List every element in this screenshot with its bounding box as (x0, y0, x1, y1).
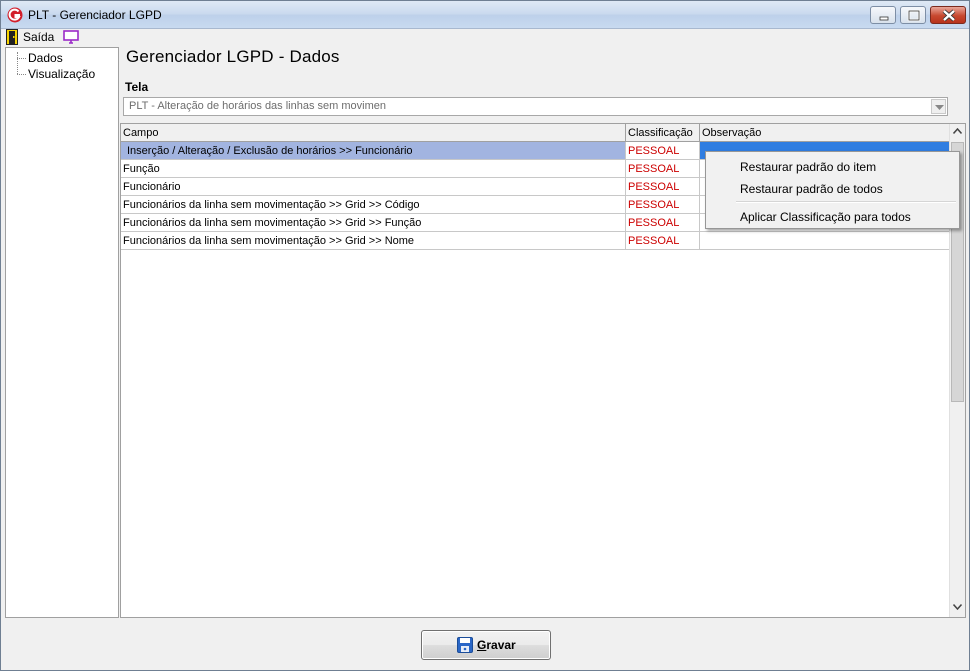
column-header-observacao[interactable]: Observação (700, 124, 950, 142)
door-exit-icon[interactable] (6, 29, 19, 45)
page-title: Gerenciador LGPD - Dados (126, 47, 340, 66)
cell-campo[interactable]: Inserção / Alteração / Exclusão de horár… (121, 142, 626, 160)
cell-classificacao[interactable]: PESSOAL (626, 214, 700, 232)
cell-campo[interactable]: Função (121, 160, 626, 178)
save-button[interactable]: Gravar (421, 630, 551, 660)
tela-select[interactable]: PLT - Alteração de horários das linhas s… (123, 97, 948, 116)
tela-select-value: PLT - Alteração de horários das linhas s… (129, 100, 386, 112)
minimize-icon (879, 16, 889, 21)
tree-connector (17, 58, 26, 59)
app-logo-icon (7, 7, 23, 23)
tree-connector (17, 74, 26, 75)
menu-bar: Saída (1, 29, 969, 47)
menu-item-restaurar-padrao-todos[interactable]: Restaurar padrão de todos (740, 182, 883, 196)
scroll-up-icon[interactable] (953, 128, 962, 134)
close-icon (942, 9, 956, 22)
cell-campo[interactable]: Funcionários da linha sem movimentação >… (121, 214, 626, 232)
maximize-button[interactable] (900, 6, 926, 24)
menu-separator (736, 201, 956, 203)
tela-label: Tela (125, 80, 149, 94)
cell-classificacao[interactable]: PESSOAL (626, 160, 700, 178)
exit-menu-item[interactable]: Saída (23, 30, 54, 44)
table-row[interactable]: Funcionários da linha sem movimentação >… (121, 232, 950, 250)
menu-item-restaurar-padrao-item[interactable]: Restaurar padrão do item (740, 160, 876, 174)
cell-classificacao[interactable]: PESSOAL (626, 142, 700, 160)
grid-header: Campo Classificação Observação (121, 124, 950, 142)
floppy-disk-icon (457, 637, 473, 653)
column-header-campo[interactable]: Campo (121, 124, 626, 142)
cell-campo[interactable]: Funcionários da linha sem movimentação >… (121, 232, 626, 250)
cell-campo[interactable]: Funcionário (121, 178, 626, 196)
monitor-icon[interactable] (63, 30, 79, 44)
window-title: PLT - Gerenciador LGPD (28, 8, 162, 22)
cell-classificacao[interactable]: PESSOAL (626, 232, 700, 250)
cell-observacao[interactable] (700, 232, 950, 250)
title-bar[interactable]: PLT - Gerenciador LGPD (1, 1, 969, 29)
tree-item-dados[interactable]: Dados (28, 51, 63, 65)
context-menu: Restaurar padrão do item Restaurar padrã… (705, 151, 960, 229)
tree-item-visualizacao[interactable]: Visualização (28, 67, 95, 81)
cell-classificacao[interactable]: PESSOAL (626, 196, 700, 214)
restore-icon (907, 9, 921, 22)
cell-classificacao[interactable]: PESSOAL (626, 178, 700, 196)
navigation-tree: Dados Visualização (5, 47, 119, 618)
menu-item-aplicar-classificacao[interactable]: Aplicar Classificação para todos (740, 210, 911, 224)
save-button-label: Gravar (477, 638, 516, 652)
tree-connector (17, 52, 18, 74)
minimize-button[interactable] (870, 6, 896, 24)
chevron-down-icon (935, 105, 944, 110)
scroll-down-icon[interactable] (953, 604, 962, 610)
tela-select-dropdown-button[interactable] (931, 99, 946, 114)
column-header-classificacao[interactable]: Classificação (626, 124, 700, 142)
close-button[interactable] (930, 6, 966, 24)
cell-campo[interactable]: Funcionários da linha sem movimentação >… (121, 196, 626, 214)
main-window: PLT - Gerenciador LGPD Saída Dados Visua… (0, 0, 970, 671)
